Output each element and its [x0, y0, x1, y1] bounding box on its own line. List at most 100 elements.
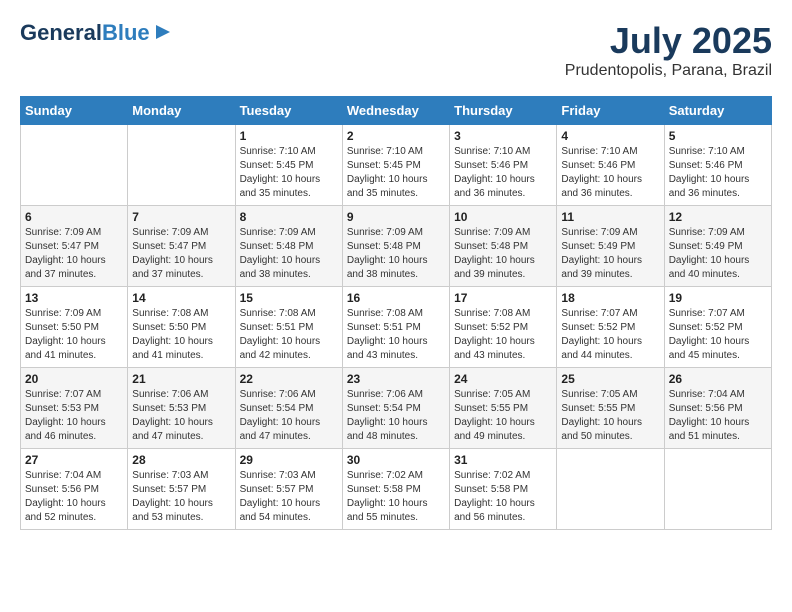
calendar-cell: 17 Sunrise: 7:08 AM Sunset: 5:52 PM Dayli… [450, 287, 557, 368]
calendar-cell: 12 Sunrise: 7:09 AM Sunset: 5:49 PM Dayli… [664, 206, 771, 287]
day-detail: Sunrise: 7:09 AM Sunset: 5:47 PM Dayligh… [25, 226, 123, 282]
day-detail: Sunrise: 7:09 AM Sunset: 5:48 PM Dayligh… [347, 226, 445, 282]
logo-general: General [20, 20, 102, 46]
day-number: 18 [561, 291, 659, 305]
day-number: 6 [25, 210, 123, 224]
day-detail: Sunrise: 7:03 AM Sunset: 5:57 PM Dayligh… [240, 469, 338, 525]
location-subtitle: Prudentopolis, Parana, Brazil [565, 62, 772, 80]
week-row-3: 13Sunrise: 7:09 AM Sunset: 5:50 PM Dayli… [21, 287, 772, 368]
day-number: 27 [25, 453, 123, 467]
calendar-cell: 9 Sunrise: 7:09 AM Sunset: 5:48 PM Daylig… [342, 206, 449, 287]
day-detail: Sunrise: 7:10 AM Sunset: 5:45 PM Dayligh… [240, 145, 338, 201]
day-number: 28 [132, 453, 230, 467]
calendar-cell: 18 Sunrise: 7:07 AM Sunset: 5:52 PM Dayli… [557, 287, 664, 368]
calendar-header-row: SundayMondayTuesdayWednesdayThursdayFrid… [21, 97, 772, 125]
day-number: 9 [347, 210, 445, 224]
week-row-1: 1Sunrise: 7:10 AM Sunset: 5:45 PM Daylig… [21, 125, 772, 206]
calendar-cell: 3 Sunrise: 7:10 AM Sunset: 5:46 PM Daylig… [450, 125, 557, 206]
day-detail: Sunrise: 7:06 AM Sunset: 5:54 PM Dayligh… [347, 388, 445, 444]
day-number: 17 [454, 291, 552, 305]
day-number: 16 [347, 291, 445, 305]
logo: General Blue [20, 20, 174, 46]
header-thursday: Thursday [450, 97, 557, 125]
calendar-cell: 26 Sunrise: 7:04 AM Sunset: 5:56 PM Dayli… [664, 368, 771, 449]
calendar-cell: 8Sunrise: 7:09 AM Sunset: 5:48 PM Daylig… [235, 206, 342, 287]
calendar-cell: 30 Sunrise: 7:02 AM Sunset: 5:58 PM Dayli… [342, 449, 449, 530]
calendar-cell: 15Sunrise: 7:08 AM Sunset: 5:51 PM Dayli… [235, 287, 342, 368]
calendar-cell: 20 Sunrise: 7:07 AM Sunset: 5:53 PM Dayli… [21, 368, 128, 449]
day-number: 12 [669, 210, 767, 224]
calendar-cell: 2 Sunrise: 7:10 AM Sunset: 5:45 PM Daylig… [342, 125, 449, 206]
day-detail: Sunrise: 7:10 AM Sunset: 5:46 PM Dayligh… [454, 145, 552, 201]
day-detail: Sunrise: 7:08 AM Sunset: 5:52 PM Dayligh… [454, 307, 552, 363]
day-number: 2 [347, 129, 445, 143]
day-detail: Sunrise: 7:03 AM Sunset: 5:57 PM Dayligh… [132, 469, 230, 525]
calendar-cell [557, 449, 664, 530]
day-number: 4 [561, 129, 659, 143]
calendar-cell: 4 Sunrise: 7:10 AM Sunset: 5:46 PM Daylig… [557, 125, 664, 206]
header-tuesday: Tuesday [235, 97, 342, 125]
page-header: General Blue July 2025 Prudentopolis, Pa… [20, 20, 772, 80]
calendar-cell: 27 Sunrise: 7:04 AM Sunset: 5:56 PM Dayli… [21, 449, 128, 530]
logo-arrow-icon [152, 21, 174, 43]
calendar-cell [664, 449, 771, 530]
calendar-cell: 29Sunrise: 7:03 AM Sunset: 5:57 PM Dayli… [235, 449, 342, 530]
day-number: 25 [561, 372, 659, 386]
day-detail: Sunrise: 7:06 AM Sunset: 5:54 PM Dayligh… [240, 388, 338, 444]
calendar-table: SundayMondayTuesdayWednesdayThursdayFrid… [20, 96, 772, 530]
day-number: 30 [347, 453, 445, 467]
calendar-cell: 10Sunrise: 7:09 AM Sunset: 5:48 PM Dayli… [450, 206, 557, 287]
day-number: 24 [454, 372, 552, 386]
calendar-cell: 1Sunrise: 7:10 AM Sunset: 5:45 PM Daylig… [235, 125, 342, 206]
day-number: 14 [132, 291, 230, 305]
calendar-cell: 7Sunrise: 7:09 AM Sunset: 5:47 PM Daylig… [128, 206, 235, 287]
day-number: 10 [454, 210, 552, 224]
day-detail: Sunrise: 7:09 AM Sunset: 5:49 PM Dayligh… [561, 226, 659, 282]
calendar-cell: 6 Sunrise: 7:09 AM Sunset: 5:47 PM Daylig… [21, 206, 128, 287]
header-saturday: Saturday [664, 97, 771, 125]
day-detail: Sunrise: 7:05 AM Sunset: 5:55 PM Dayligh… [561, 388, 659, 444]
header-wednesday: Wednesday [342, 97, 449, 125]
day-number: 11 [561, 210, 659, 224]
calendar-cell: 23 Sunrise: 7:06 AM Sunset: 5:54 PM Dayli… [342, 368, 449, 449]
calendar-cell: 19 Sunrise: 7:07 AM Sunset: 5:52 PM Dayli… [664, 287, 771, 368]
calendar-cell: 13Sunrise: 7:09 AM Sunset: 5:50 PM Dayli… [21, 287, 128, 368]
day-number: 5 [669, 129, 767, 143]
day-number: 31 [454, 453, 552, 467]
day-detail: Sunrise: 7:08 AM Sunset: 5:50 PM Dayligh… [132, 307, 230, 363]
day-detail: Sunrise: 7:04 AM Sunset: 5:56 PM Dayligh… [25, 469, 123, 525]
day-detail: Sunrise: 7:02 AM Sunset: 5:58 PM Dayligh… [454, 469, 552, 525]
day-detail: Sunrise: 7:07 AM Sunset: 5:52 PM Dayligh… [669, 307, 767, 363]
header-monday: Monday [128, 97, 235, 125]
header-sunday: Sunday [21, 97, 128, 125]
logo-blue: Blue [102, 20, 150, 46]
calendar-cell: 22Sunrise: 7:06 AM Sunset: 5:54 PM Dayli… [235, 368, 342, 449]
day-detail: Sunrise: 7:04 AM Sunset: 5:56 PM Dayligh… [669, 388, 767, 444]
day-number: 23 [347, 372, 445, 386]
header-friday: Friday [557, 97, 664, 125]
day-detail: Sunrise: 7:10 AM Sunset: 5:46 PM Dayligh… [561, 145, 659, 201]
day-detail: Sunrise: 7:10 AM Sunset: 5:46 PM Dayligh… [669, 145, 767, 201]
day-number: 7 [132, 210, 230, 224]
day-detail: Sunrise: 7:05 AM Sunset: 5:55 PM Dayligh… [454, 388, 552, 444]
day-number: 20 [25, 372, 123, 386]
day-number: 26 [669, 372, 767, 386]
day-number: 8 [240, 210, 338, 224]
day-detail: Sunrise: 7:09 AM Sunset: 5:50 PM Dayligh… [25, 307, 123, 363]
day-number: 3 [454, 129, 552, 143]
day-detail: Sunrise: 7:10 AM Sunset: 5:45 PM Dayligh… [347, 145, 445, 201]
week-row-2: 6 Sunrise: 7:09 AM Sunset: 5:47 PM Daylig… [21, 206, 772, 287]
day-detail: Sunrise: 7:06 AM Sunset: 5:53 PM Dayligh… [132, 388, 230, 444]
day-detail: Sunrise: 7:08 AM Sunset: 5:51 PM Dayligh… [240, 307, 338, 363]
day-number: 19 [669, 291, 767, 305]
day-detail: Sunrise: 7:07 AM Sunset: 5:52 PM Dayligh… [561, 307, 659, 363]
title-block: July 2025 Prudentopolis, Parana, Brazil [565, 20, 772, 80]
day-detail: Sunrise: 7:09 AM Sunset: 5:49 PM Dayligh… [669, 226, 767, 282]
calendar-cell [128, 125, 235, 206]
month-title: July 2025 [565, 20, 772, 62]
calendar-cell: 5 Sunrise: 7:10 AM Sunset: 5:46 PM Daylig… [664, 125, 771, 206]
day-detail: Sunrise: 7:02 AM Sunset: 5:58 PM Dayligh… [347, 469, 445, 525]
calendar-cell: 21Sunrise: 7:06 AM Sunset: 5:53 PM Dayli… [128, 368, 235, 449]
calendar-cell: 11 Sunrise: 7:09 AM Sunset: 5:49 PM Dayli… [557, 206, 664, 287]
day-detail: Sunrise: 7:07 AM Sunset: 5:53 PM Dayligh… [25, 388, 123, 444]
